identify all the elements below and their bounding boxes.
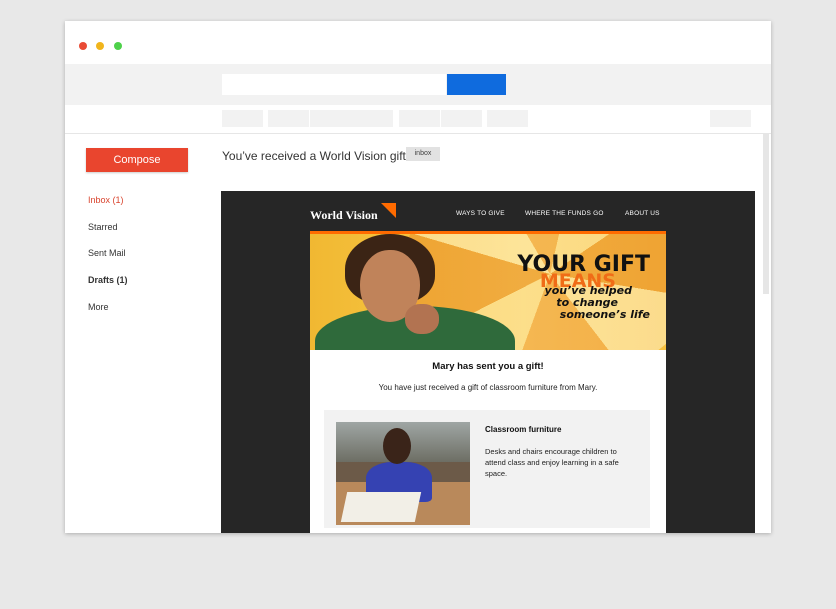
scrollbar[interactable] bbox=[763, 134, 769, 294]
search-input[interactable] bbox=[222, 74, 446, 95]
nav-link-where-the-funds-go[interactable]: WHERE THE FUNDS GO bbox=[525, 210, 604, 217]
email-client-window: Compose Inbox (1) Starred Sent Mail Draf… bbox=[65, 21, 771, 533]
close-window-button[interactable] bbox=[79, 42, 87, 50]
email-header: World Vision WAYS TO GIVE WHERE THE FUND… bbox=[310, 191, 666, 232]
minimize-window-button[interactable] bbox=[96, 42, 104, 50]
search-button[interactable] bbox=[447, 74, 506, 95]
sidebar-item-starred[interactable]: Starred bbox=[88, 222, 118, 232]
classroom-photo bbox=[336, 422, 470, 525]
maximize-window-button[interactable] bbox=[114, 42, 122, 50]
toolbar-button-placeholder[interactable] bbox=[268, 110, 309, 127]
photo-notebook bbox=[340, 492, 422, 522]
toolbar-button-placeholder[interactable] bbox=[310, 110, 393, 127]
toolbar-button-placeholder[interactable] bbox=[441, 110, 482, 127]
gift-title: Mary has sent you a gift! bbox=[432, 361, 544, 372]
toolbar bbox=[65, 105, 771, 134]
title-bar bbox=[65, 21, 771, 64]
sidebar: Compose Inbox (1) Starred Sent Mail Draf… bbox=[65, 134, 215, 533]
girl-photo-hands bbox=[405, 304, 439, 334]
email-body: Mary has sent you a gift! You have just … bbox=[310, 350, 666, 533]
world-vision-logo-mark-icon bbox=[381, 203, 396, 218]
inbox-label-chip[interactable]: inbox bbox=[406, 147, 440, 161]
hero-tagline-line: someone’s life bbox=[559, 308, 650, 321]
gift-card: Classroom furniture Desks and chairs enc… bbox=[324, 410, 650, 528]
compose-button[interactable]: Compose bbox=[86, 148, 188, 172]
hero-banner: YOUR GIFT MEANS you’ve helped to change … bbox=[310, 234, 666, 350]
sidebar-item-drafts[interactable]: Drafts (1) bbox=[88, 275, 128, 285]
gift-card-title: Classroom furniture bbox=[485, 425, 562, 434]
email-content-frame: World Vision WAYS TO GIVE WHERE THE FUND… bbox=[221, 191, 755, 533]
gift-card-description: Desks and chairs encourage children to a… bbox=[485, 447, 619, 478]
sidebar-item-inbox[interactable]: Inbox (1) bbox=[88, 195, 124, 205]
toolbar-button-placeholder[interactable] bbox=[487, 110, 528, 127]
toolbar-button-placeholder[interactable] bbox=[710, 110, 751, 127]
toolbar-button-placeholder[interactable] bbox=[399, 110, 440, 127]
nav-link-about-us[interactable]: ABOUT US bbox=[625, 210, 660, 217]
message-subject: You’ve received a World Vision gift bbox=[222, 149, 406, 163]
nav-link-ways-to-give[interactable]: WAYS TO GIVE bbox=[456, 210, 505, 217]
gift-subtitle: You have just received a gift of classro… bbox=[378, 383, 598, 392]
search-bar bbox=[65, 64, 771, 105]
world-vision-logo[interactable]: World Vision bbox=[310, 208, 378, 223]
sidebar-item-more[interactable]: More bbox=[88, 302, 109, 312]
toolbar-button-placeholder[interactable] bbox=[222, 110, 263, 127]
sidebar-item-sent-mail[interactable]: Sent Mail bbox=[88, 248, 126, 258]
photo-child-head bbox=[383, 428, 411, 464]
